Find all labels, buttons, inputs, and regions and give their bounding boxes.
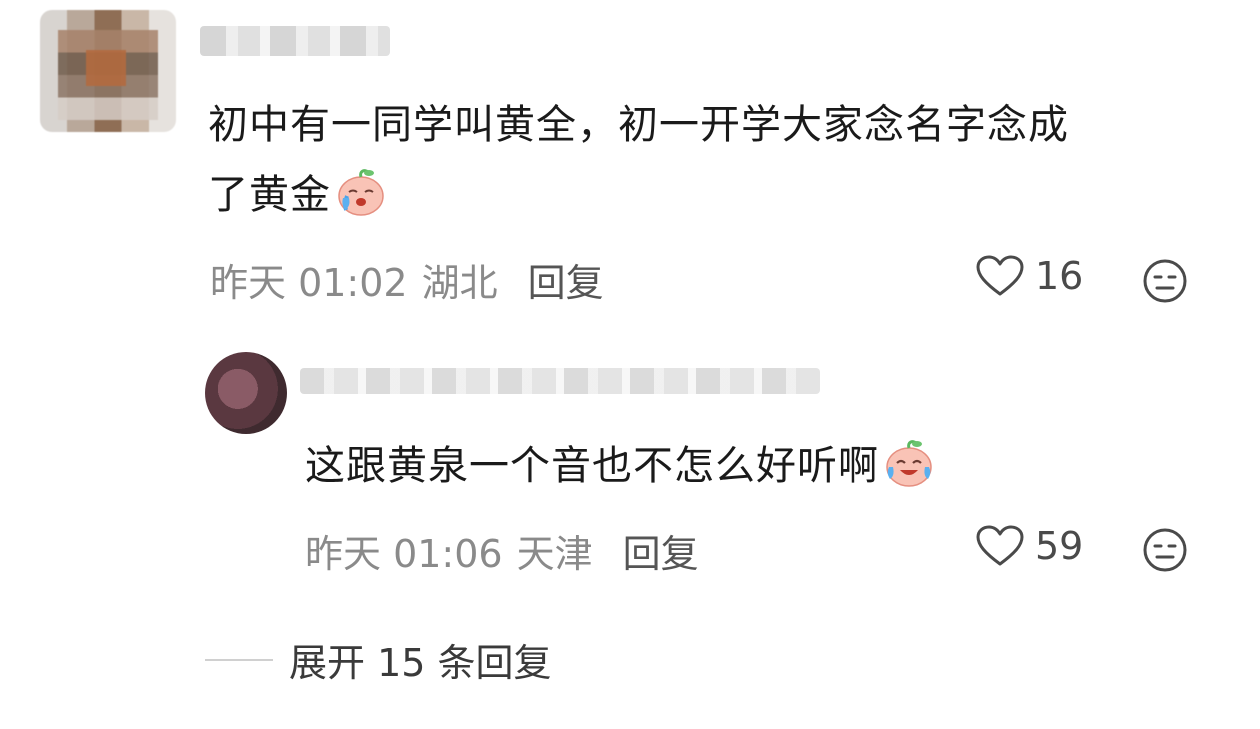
crying-emoji-icon: [338, 169, 384, 216]
reply-meta: 昨天 01:06 天津 回复: [305, 523, 699, 578]
neutral-face-icon[interactable]: [1142, 527, 1188, 573]
commenter-avatar[interactable]: [40, 10, 176, 132]
comment-location: 湖北: [421, 261, 498, 305]
comment-like-button[interactable]: 16: [975, 254, 1083, 298]
reply-like-count: 59: [1035, 524, 1084, 568]
comment-text-line1: 初中有一同学叫黄全，初一开学大家念名字念成: [208, 102, 1069, 148]
comment-body: 初中有一同学叫黄全，初一开学大家念名字念成 了黄金: [208, 90, 1218, 230]
expand-replies-button[interactable]: 展开 15 条回复: [205, 632, 552, 687]
commenter-name-blurred[interactable]: [200, 26, 390, 56]
heart-outline-icon: [976, 255, 1024, 296]
reply-like-button[interactable]: 59: [975, 524, 1083, 568]
comment-text-line2: 了黄金: [208, 172, 331, 218]
reply-avatar[interactable]: [205, 352, 287, 434]
reply-name-blurred[interactable]: [300, 368, 820, 394]
reply-location: 天津: [516, 532, 593, 576]
reply-body: 这跟黄泉一个音也不怎么好听啊: [305, 434, 1065, 498]
comment-time: 昨天 01:02: [210, 261, 408, 305]
comment-meta: 昨天 01:02 湖北 回复: [210, 252, 604, 307]
reply-text: 这跟黄泉一个音也不怎么好听啊: [305, 443, 879, 489]
expand-replies-label: 展开 15 条回复: [289, 641, 552, 685]
comment-like-count: 16: [1035, 254, 1084, 298]
reply-reply-button[interactable]: 回复: [623, 523, 699, 578]
comment-reply-button[interactable]: 回复: [528, 252, 604, 307]
expand-divider: [205, 658, 273, 661]
laugh-crying-emoji-icon: [886, 440, 932, 487]
reply-time: 昨天 01:06: [305, 532, 503, 576]
heart-outline-icon: [976, 525, 1024, 566]
neutral-face-icon[interactable]: [1142, 258, 1188, 304]
